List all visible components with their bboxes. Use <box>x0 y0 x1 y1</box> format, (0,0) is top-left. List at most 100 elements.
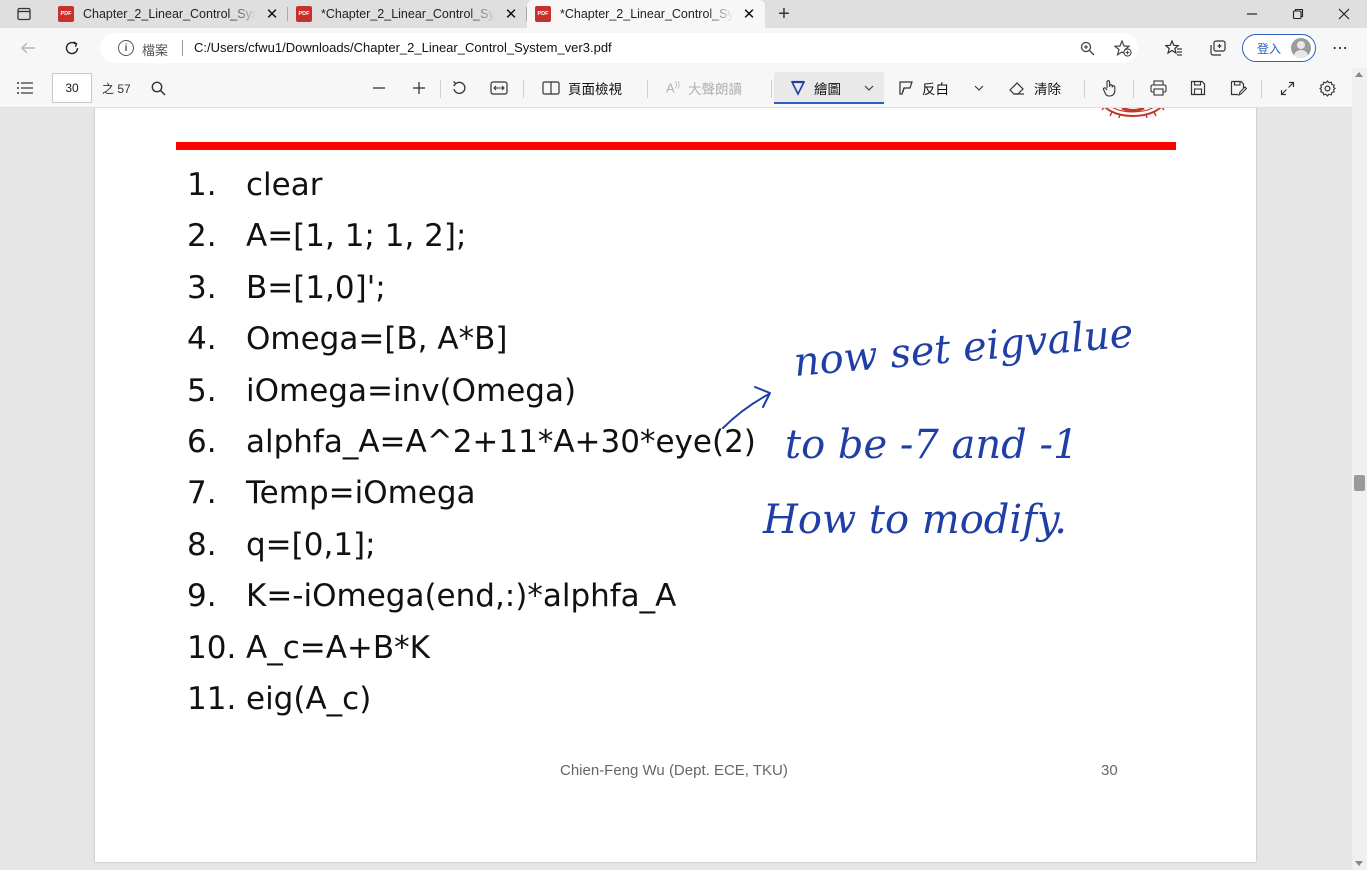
plus-icon <box>413 82 425 94</box>
refresh-icon <box>65 41 79 55</box>
pdf-viewer[interactable]: 1. clear 2. A=[1, 1; 1, 2]; 3. B=[1,0]'; 4.… <box>0 108 1367 870</box>
handwritten-note-line-1: now set eigvalue <box>792 310 1135 386</box>
slide-page-number: 30 <box>1101 762 1118 779</box>
ink-arrow <box>722 386 771 429</box>
scroll-thumb[interactable] <box>1354 475 1365 491</box>
chevron-down-icon <box>974 85 984 91</box>
tab-title: *Chapter_2_Linear_Control_System_ver3.pd… <box>560 7 733 21</box>
favorites-icon <box>1165 40 1182 56</box>
scroll-down-icon[interactable] <box>1355 861 1363 866</box>
favorites-button[interactable] <box>1160 36 1188 60</box>
page-view-icon <box>542 81 560 95</box>
tab-title: Chapter_2_Linear_Control_System_ver3.pdf <box>83 7 256 21</box>
url-scheme-label: 檔案 <box>142 43 169 58</box>
close-window-button[interactable] <box>1321 0 1367 28</box>
zoom-in-button[interactable] <box>408 76 430 100</box>
address-bar[interactable]: i 檔案 C:/Users/cfwu1/Downloads/Chapter_2_… <box>100 33 1138 63</box>
add-favorite-icon[interactable] <box>1112 38 1134 58</box>
zoom-icon[interactable] <box>1076 38 1098 58</box>
save-as-icon <box>1230 80 1247 96</box>
toolbar-divider <box>647 80 648 98</box>
toolbar-divider <box>1261 80 1262 98</box>
scroll-up-icon[interactable] <box>1355 72 1363 77</box>
draw-options-button[interactable] <box>860 76 878 100</box>
print-icon <box>1149 80 1167 96</box>
minimize-icon <box>1247 13 1257 15</box>
url-divider <box>182 40 183 56</box>
close-tab-icon[interactable]: ✕ <box>503 6 519 23</box>
tab-actions-icon <box>17 7 31 21</box>
draw-label: 繪圖 <box>814 82 841 97</box>
more-menu-button[interactable]: ⋯ <box>1326 36 1354 60</box>
toolbar-divider <box>1133 80 1134 98</box>
save-as-button[interactable] <box>1227 76 1249 100</box>
tab-2[interactable]: PDF *Chapter_2_Linear_Control_System_ver… <box>288 0 527 28</box>
close-icon <box>1338 8 1350 20</box>
touch-write-button[interactable] <box>1099 76 1121 100</box>
gear-icon <box>1318 79 1336 97</box>
save-icon <box>1190 80 1206 96</box>
avatar-icon <box>1291 38 1311 58</box>
pdf-icon: PDF <box>58 6 74 22</box>
find-button[interactable] <box>148 76 168 100</box>
chevron-down-icon <box>864 85 874 91</box>
toolbar-divider <box>523 80 524 98</box>
fullscreen-button[interactable] <box>1276 76 1298 100</box>
tab-strip: PDF Chapter_2_Linear_Control_System_ver3… <box>0 0 1367 28</box>
highlighter-icon <box>899 81 913 95</box>
expand-icon <box>1280 81 1294 95</box>
minus-icon <box>373 87 385 89</box>
new-tab-icon[interactable]: + <box>773 3 795 25</box>
page-view-button[interactable]: 頁面檢視 <box>542 76 622 100</box>
vertical-scrollbar[interactable] <box>1352 68 1367 870</box>
read-aloud-button[interactable]: A)) 大聲朗讀 <box>666 76 742 100</box>
back-arrow-icon <box>21 42 35 54</box>
print-button[interactable] <box>1147 76 1169 100</box>
restore-icon <box>1292 8 1304 20</box>
contents-list-icon <box>17 82 33 94</box>
sign-in-button[interactable]: 登入 <box>1242 34 1316 62</box>
highlight-options-button[interactable] <box>970 76 988 100</box>
tab-1[interactable]: PDF Chapter_2_Linear_Control_System_ver3… <box>50 0 288 28</box>
navigation-bar: i 檔案 C:/Users/cfwu1/Downloads/Chapter_2_… <box>0 28 1367 68</box>
ink-annotation: now set eigvalue to be -7 and -1 How to … <box>722 310 1135 543</box>
save-button[interactable] <box>1187 76 1209 100</box>
draw-button[interactable]: 繪圖 <box>790 76 841 100</box>
tab-3-active[interactable]: PDF *Chapter_2_Linear_Control_System_ver… <box>527 0 765 28</box>
more-icon: ⋯ <box>1332 40 1348 57</box>
erase-button[interactable]: 清除 <box>1008 76 1061 100</box>
restore-button[interactable] <box>1275 0 1321 28</box>
pdf-page[interactable]: 1. clear 2. A=[1, 1; 1, 2]; 3. B=[1,0]'; 4.… <box>95 108 1256 862</box>
info-icon[interactable]: i <box>118 40 134 56</box>
tab-title: *Chapter_2_Linear_Control_System_ver3.pd… <box>321 7 495 21</box>
close-tab-icon[interactable]: ✕ <box>741 6 757 23</box>
pdf-icon: PDF <box>296 6 312 22</box>
back-button[interactable] <box>14 36 42 60</box>
eraser-icon <box>1009 82 1024 95</box>
pdf-settings-button[interactable] <box>1316 76 1338 100</box>
pdf-toolbar: 30 之 57 頁面檢視 A)) 大聲朗讀 繪圖 反白 清除 <box>0 68 1367 108</box>
page-count: 之 57 <box>102 82 131 96</box>
url-text[interactable]: C:/Users/cfwu1/Downloads/Chapter_2_Linea… <box>194 40 612 55</box>
page-view-label: 頁面檢視 <box>568 82 622 97</box>
collections-button[interactable] <box>1204 36 1232 60</box>
touch-hand-icon <box>1102 80 1116 97</box>
fit-width-button[interactable] <box>488 76 510 100</box>
zoom-out-button[interactable] <box>368 76 390 100</box>
highlight-button[interactable]: 反白 <box>898 76 949 100</box>
fit-width-icon <box>490 81 508 95</box>
page-number-input[interactable]: 30 <box>52 73 92 103</box>
close-tab-icon[interactable]: ✕ <box>264 6 280 23</box>
erase-label: 清除 <box>1034 82 1061 97</box>
highlight-label: 反白 <box>922 82 949 97</box>
tab-actions-button[interactable] <box>8 4 40 24</box>
contents-button[interactable] <box>14 76 36 100</box>
refresh-button[interactable] <box>58 36 86 60</box>
rotate-button[interactable] <box>448 76 470 100</box>
minimize-button[interactable] <box>1229 0 1275 28</box>
rotate-icon <box>453 81 466 94</box>
draw-pen-icon <box>790 80 806 96</box>
read-aloud-icon: A)) <box>666 80 680 96</box>
toolbar-divider <box>771 80 772 98</box>
collections-icon <box>1210 40 1226 56</box>
